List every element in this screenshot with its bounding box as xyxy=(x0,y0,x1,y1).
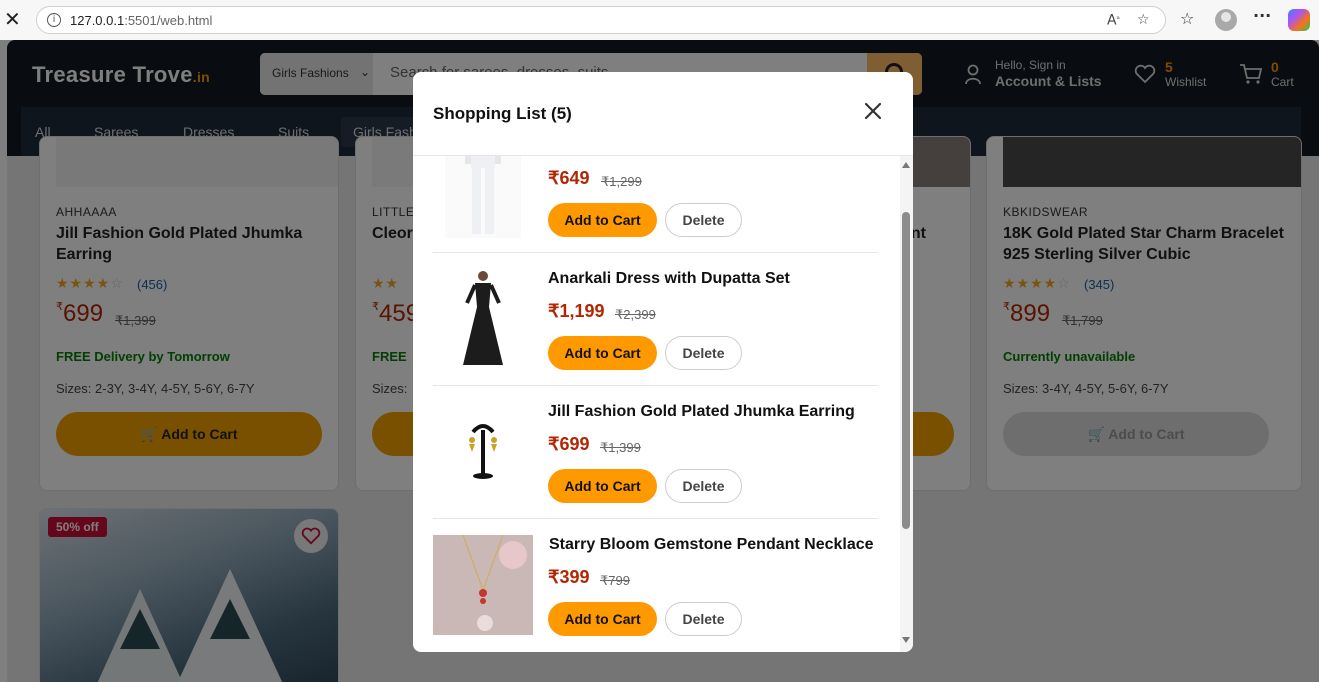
address-bar[interactable]: i 127.0.0.1:5501/web.html Aₐ ☆ xyxy=(36,6,1166,34)
list-item: Anarkali Dress with Dupatta Set ₹1,199 ₹… xyxy=(433,253,878,386)
modal-scrollbar[interactable] xyxy=(900,156,913,652)
close-icon[interactable] xyxy=(860,98,886,124)
shopping-list-modal: Shopping List (5) ₹649 ₹1,299 Add to Car… xyxy=(413,72,913,652)
delete-button[interactable]: Delete xyxy=(665,602,742,636)
url-text: 127.0.0.1:5501/web.html xyxy=(70,13,213,28)
product-image xyxy=(445,269,521,369)
read-aloud-icon[interactable]: Aₐ xyxy=(1107,12,1120,29)
close-icon[interactable]: ✕ xyxy=(4,9,22,29)
item-mrp: ₹1,299 xyxy=(601,174,642,189)
delete-button[interactable]: Delete xyxy=(665,203,742,237)
product-image xyxy=(445,156,521,238)
item-price: ₹399 xyxy=(548,567,590,587)
list-item: ₹649 ₹1,299 Add to Cart Delete xyxy=(433,156,878,253)
list-item: Starry Bloom Gemstone Pendant Necklace ₹… xyxy=(433,519,878,652)
item-mrp: ₹2,399 xyxy=(615,307,656,322)
item-mrp: ₹799 xyxy=(600,573,630,588)
item-name: Starry Bloom Gemstone Pendant Necklace xyxy=(549,536,874,553)
modal-title: Shopping List (5) xyxy=(433,104,572,123)
profile-avatar[interactable] xyxy=(1215,9,1237,31)
modal-body: ₹649 ₹1,299 Add to Cart Delete Anarkali … xyxy=(413,156,913,652)
favorite-star-icon[interactable]: ☆ xyxy=(1137,12,1150,28)
add-to-cart-button[interactable]: Add to Cart xyxy=(548,469,657,503)
product-image xyxy=(433,535,533,635)
item-price: ₹649 xyxy=(548,168,590,188)
item-price: ₹699 xyxy=(548,434,590,454)
info-icon[interactable]: i xyxy=(47,13,61,27)
favorites-icon[interactable]: ☆ xyxy=(1180,9,1194,28)
add-to-cart-button[interactable]: Add to Cart xyxy=(548,602,657,636)
modal-header: Shopping List (5) xyxy=(413,72,913,156)
browser-toolbar: ✕ i 127.0.0.1:5501/web.html Aₐ ☆ ☆ ··· xyxy=(0,0,1319,40)
item-name: Anarkali Dress with Dupatta Set xyxy=(548,270,790,287)
scroll-up-arrow-icon[interactable] xyxy=(902,162,910,168)
add-to-cart-button[interactable]: Add to Cart xyxy=(548,336,657,370)
item-mrp: ₹1,399 xyxy=(600,440,641,455)
item-name: Jill Fashion Gold Plated Jhumka Earring xyxy=(548,403,855,420)
copilot-icon[interactable] xyxy=(1288,9,1310,31)
more-menu-icon[interactable]: ··· xyxy=(1253,6,1271,25)
item-price: ₹1,199 xyxy=(548,301,605,321)
scroll-down-arrow-icon[interactable] xyxy=(902,637,910,643)
delete-button[interactable]: Delete xyxy=(665,336,742,370)
delete-button[interactable]: Delete xyxy=(665,469,742,503)
list-item: Jill Fashion Gold Plated Jhumka Earring … xyxy=(433,386,878,519)
add-to-cart-button[interactable]: Add to Cart xyxy=(548,203,657,237)
scroll-thumb[interactable] xyxy=(902,212,910,529)
product-image xyxy=(445,402,521,502)
